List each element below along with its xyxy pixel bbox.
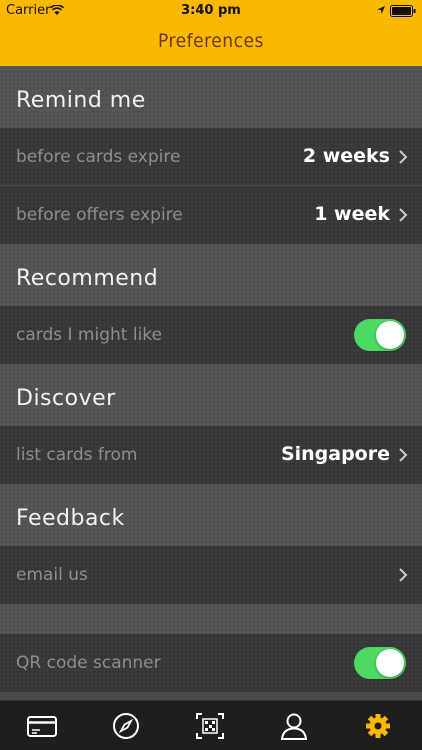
header: Carrier 3:40 pm Preferences — [0, 0, 422, 66]
section-title: Remind me — [16, 88, 146, 113]
row-list-cards-from[interactable]: list cards from Singapore — [0, 426, 422, 484]
row-value: 2 weeks — [302, 145, 390, 167]
section-header-feedback: Feedback — [0, 484, 422, 546]
section-spacer — [0, 604, 422, 634]
toggle-knob — [376, 649, 404, 677]
chevron-right-icon — [399, 448, 408, 462]
page-title: Preferences — [158, 30, 264, 52]
section-title: Feedback — [16, 506, 125, 531]
row-label: cards I might like — [16, 325, 162, 345]
gear-icon[interactable] — [362, 711, 394, 741]
toggle-knob — [376, 321, 404, 349]
qr-scanner-toggle[interactable] — [354, 647, 406, 679]
tab-bar — [0, 700, 422, 750]
row-cards-might-like: cards I might like — [0, 306, 422, 364]
chevron-right-icon — [399, 568, 408, 582]
row-label: before cards expire — [16, 147, 181, 167]
row-label: QR code scanner — [16, 653, 161, 673]
section-header-discover: Discover — [0, 364, 422, 426]
preferences-list[interactable]: Remind me before cards expire 2 weeks be… — [0, 66, 422, 700]
status-time: 3:40 pm — [181, 3, 241, 18]
row-offers-expire[interactable]: before offers expire 1 week — [0, 186, 422, 244]
row-qr-scanner: QR code scanner — [0, 634, 422, 692]
user-icon[interactable] — [278, 711, 310, 741]
row-value: Singapore — [280, 443, 390, 465]
row-label: before offers expire — [16, 205, 183, 225]
location-icon — [377, 6, 385, 14]
row-label: list cards from — [16, 445, 138, 465]
qr-icon[interactable] — [194, 711, 226, 741]
row-email-us[interactable]: email us — [0, 546, 422, 604]
chevron-right-icon — [399, 150, 408, 164]
status-bar: Carrier 3:40 pm — [0, 0, 422, 22]
row-value: 1 week — [314, 203, 390, 225]
compass-icon[interactable] — [110, 711, 142, 741]
section-header-remind: Remind me — [0, 66, 422, 128]
row-label: email us — [16, 565, 88, 585]
battery-icon — [390, 5, 416, 17]
card-icon[interactable] — [26, 711, 58, 741]
row-cards-expire[interactable]: before cards expire 2 weeks — [0, 128, 422, 186]
section-title: Discover — [16, 386, 116, 411]
section-title: Recommend — [16, 266, 159, 291]
section-header-recommend: Recommend — [0, 244, 422, 306]
recommend-toggle[interactable] — [354, 319, 406, 351]
chevron-right-icon — [399, 208, 408, 222]
